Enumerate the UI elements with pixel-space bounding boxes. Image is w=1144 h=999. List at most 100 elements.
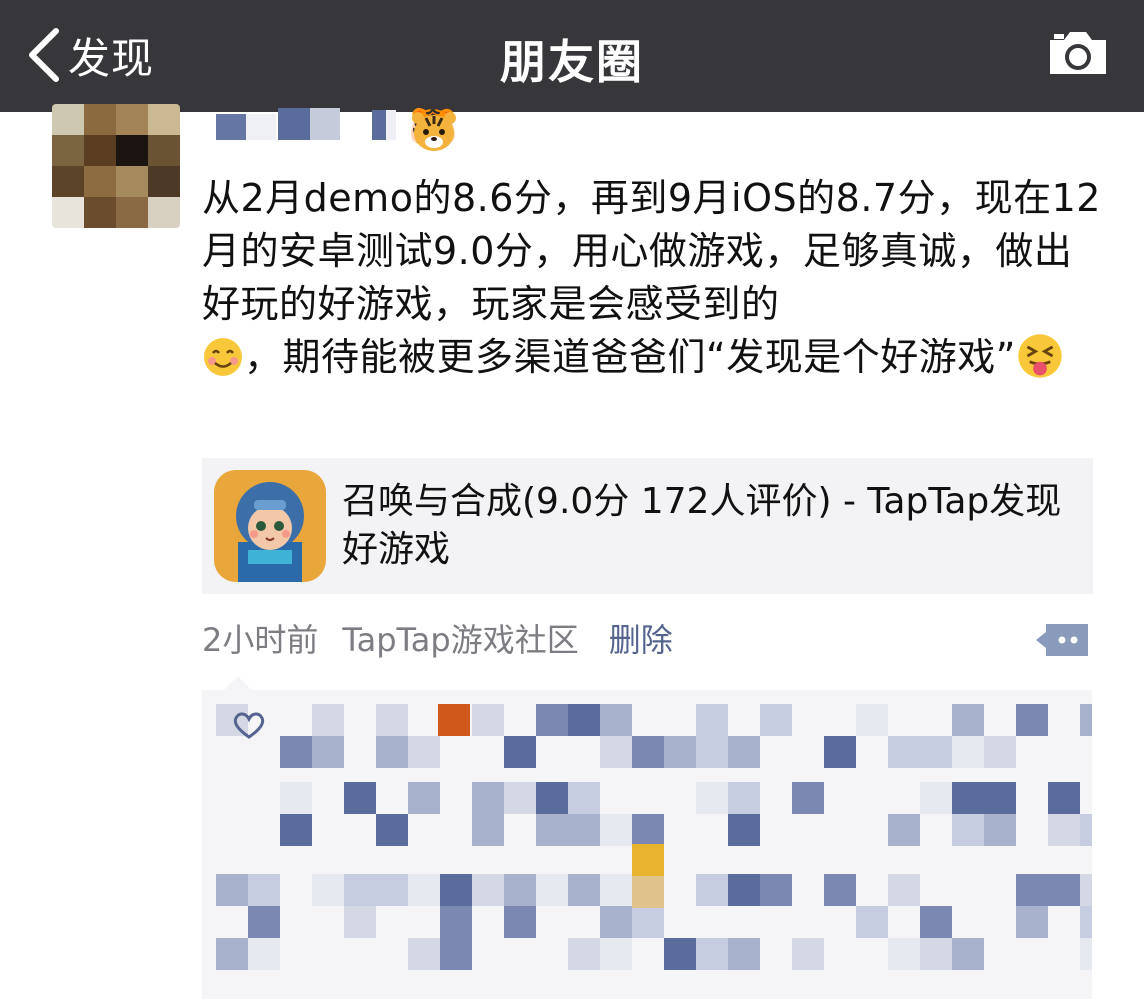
liker-name-mosaic [472, 874, 504, 906]
navigation-bar: 发现 朋友圈 [0, 0, 1144, 112]
liker-name-mosaic [984, 736, 1016, 768]
comment-more-icon[interactable] [1034, 622, 1090, 658]
liker-name-mosaic [728, 736, 760, 768]
liker-name-mosaic [344, 874, 376, 906]
post-meta: 2小时前 TapTap游戏社区 删除 [202, 616, 673, 666]
liker-name-mosaic [440, 938, 472, 970]
liker-name-mosaic [216, 938, 248, 970]
liker-name-mosaic [952, 814, 984, 846]
heart-icon [233, 712, 265, 739]
tiger-emoji-icon [412, 112, 456, 151]
liker-name-mosaic [696, 704, 728, 736]
liker-name-mosaic [1016, 874, 1048, 906]
liker-name-mosaic [1016, 906, 1048, 938]
liker-name-mosaic [438, 704, 470, 736]
liker-name-mosaic [888, 874, 920, 906]
liker-name-mosaic [952, 938, 984, 970]
liker-name-mosaic [536, 704, 568, 736]
liker-name-mosaic [984, 782, 1016, 814]
liker-name-mosaic [376, 704, 408, 736]
liker-name-mosaic [504, 782, 536, 814]
liker-name-mosaic [376, 736, 408, 768]
liker-name-mosaic [600, 704, 632, 736]
link-card[interactable]: 召唤与合成(9.0分 172人评价) - TapTap发现好游戏 [202, 458, 1093, 594]
liker-name-mosaic [824, 874, 856, 906]
liker-name-mosaic [536, 814, 568, 846]
liker-name-mosaic [600, 874, 632, 906]
liker-name-mosaic [568, 814, 600, 846]
liker-name-mosaic [440, 874, 472, 906]
liker-name-mosaic [1080, 906, 1092, 938]
liker-name-mosaic [696, 782, 728, 814]
liker-name-mosaic [1080, 874, 1092, 906]
liker-name-mosaic [312, 704, 344, 736]
liker-name-mosaic [888, 736, 920, 768]
liker-name-mosaic [632, 814, 664, 846]
page-title: 朋友圈 [500, 35, 644, 89]
liker-name-mosaic [1080, 704, 1092, 736]
liker-name-mosaic [792, 938, 824, 970]
liker-name-mosaic [600, 814, 632, 846]
liker-name-mosaic [280, 736, 312, 768]
liker-name-mosaic [280, 814, 312, 846]
liker-name-mosaic [792, 782, 824, 814]
likes-panel-arrow [224, 676, 252, 690]
liker-name-mosaic [760, 704, 792, 736]
liker-name-mosaic [600, 906, 632, 938]
liker-name-mosaic [728, 938, 760, 970]
liker-name-mosaic [920, 906, 952, 938]
likes-panel [202, 690, 1092, 999]
liker-name-mosaic [600, 736, 632, 768]
liker-name-mosaic [312, 874, 344, 906]
liker-name-mosaic [632, 906, 664, 938]
liker-name-mosaic [1048, 874, 1080, 906]
liker-name-mosaic [632, 736, 664, 768]
liker-name-mosaic [216, 874, 248, 906]
liker-name-mosaic [952, 736, 984, 768]
liker-name-mosaic [728, 874, 760, 906]
liker-name-mosaic [536, 874, 568, 906]
liker-name-mosaic [504, 874, 536, 906]
liker-name-mosaic [344, 906, 376, 938]
liker-name-mosaic [632, 844, 664, 876]
liker-name-mosaic [664, 938, 696, 970]
liker-name-mosaic [920, 782, 952, 814]
camera-icon[interactable] [1046, 28, 1110, 78]
liker-name-mosaic [504, 736, 536, 768]
game-character-icon [214, 470, 326, 582]
post-text-part1: 从2月demo的8.6分，再到9月iOS的8.7分，现在12月的安卓测试9.0分… [202, 176, 1101, 326]
liker-name-mosaic [376, 874, 408, 906]
delete-link[interactable]: 删除 [609, 621, 673, 659]
liker-name-mosaic [696, 938, 728, 970]
liker-name-mosaic [408, 874, 440, 906]
liker-name-mosaic [408, 736, 440, 768]
post-text-part2: ，期待能被更多渠道爸爸们“发现是个好游戏” [244, 335, 1016, 379]
liker-name-mosaic [248, 906, 280, 938]
liker-name-mosaic [344, 782, 376, 814]
avatar[interactable] [52, 104, 180, 228]
liker-name-mosaic [1016, 704, 1048, 736]
liker-name-mosaic [568, 782, 600, 814]
liker-name-mosaic [312, 736, 344, 768]
liker-name-mosaic [440, 906, 472, 938]
smiling-face-icon [204, 338, 242, 376]
liker-name-mosaic [664, 736, 696, 768]
post-time: 2小时前 [202, 621, 319, 659]
liker-name-mosaic [696, 736, 728, 768]
liker-name-mosaic [1080, 814, 1092, 846]
liker-name-mosaic [536, 782, 568, 814]
liker-name-mosaic [760, 874, 792, 906]
liker-name-mosaic [248, 938, 280, 970]
squinting-tongue-face-icon [1018, 334, 1062, 378]
liker-name-mosaic [408, 782, 440, 814]
liker-name-mosaic [568, 874, 600, 906]
liker-name-mosaic [1080, 938, 1092, 970]
liker-name-mosaic [248, 874, 280, 906]
liker-name-mosaic [696, 874, 728, 906]
liker-name-mosaic [568, 704, 600, 736]
liker-name-mosaic [728, 782, 760, 814]
liker-name-mosaic [472, 814, 504, 846]
liker-name-mosaic [472, 704, 504, 736]
liker-name-mosaic [376, 814, 408, 846]
liker-name-mosaic [824, 736, 856, 768]
